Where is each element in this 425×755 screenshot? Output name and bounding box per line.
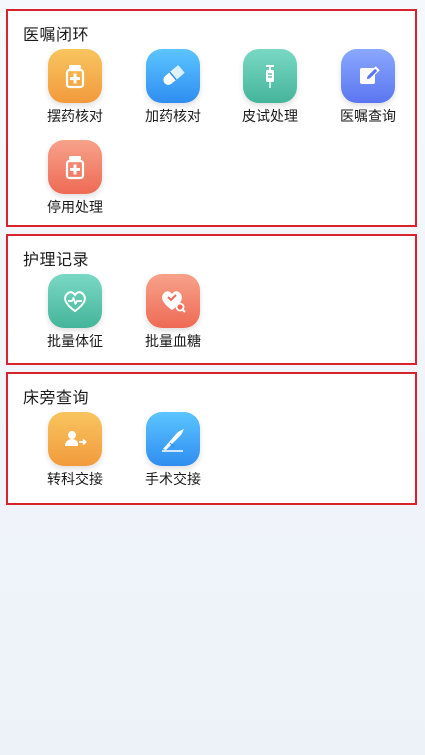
tile-label: 加药核对 — [145, 109, 201, 125]
tile-dispense-check[interactable]: 摆药核对 — [26, 49, 124, 129]
tile-label: 停用处理 — [47, 200, 103, 216]
syringe-icon — [243, 49, 297, 103]
tile-label: 转科交接 — [47, 472, 103, 488]
tile-label: 医嘱查询 — [340, 109, 396, 125]
section-title: 医嘱闭环 — [23, 25, 90, 44]
heart-pulse-icon — [48, 274, 102, 328]
tile-skin-test[interactable]: 皮试处理 — [221, 49, 319, 129]
tile-surgery-handover[interactable]: 手术交接 — [124, 412, 222, 492]
section-title: 护理记录 — [23, 250, 90, 269]
scalpel-icon — [146, 412, 200, 466]
section-bedside-query: 床旁查询 转科交接 手术交接 — [6, 372, 417, 505]
pill-capsule-icon — [146, 49, 200, 103]
tile-label: 摆药核对 — [47, 109, 103, 125]
tile-dept-transfer-handover[interactable]: 转科交接 — [26, 412, 124, 492]
heart-search-icon — [146, 274, 200, 328]
section-order-loop: 医嘱闭环 摆药核对 加药核对 皮试处理 医嘱查询 停用处理 — [6, 9, 417, 227]
tile-label: 批量血糖 — [145, 334, 201, 350]
medicine-box-icon — [48, 140, 102, 194]
section-title: 床旁查询 — [23, 388, 90, 407]
app-page: 医嘱闭环 摆药核对 加药核对 皮试处理 医嘱查询 停用处理 护理记录 批量体征 … — [0, 0, 425, 755]
tile-label: 批量体征 — [47, 334, 103, 350]
medicine-box-icon — [48, 49, 102, 103]
tile-label: 手术交接 — [145, 472, 201, 488]
tile-order-query[interactable]: 医嘱查询 — [319, 49, 417, 129]
tile-batch-glucose[interactable]: 批量血糖 — [124, 274, 222, 354]
tile-label: 皮试处理 — [242, 109, 298, 125]
edit-document-icon — [341, 49, 395, 103]
tile-batch-vitals[interactable]: 批量体征 — [26, 274, 124, 354]
tile-stop-handling[interactable]: 停用处理 — [26, 140, 124, 220]
person-transfer-icon — [48, 412, 102, 466]
section-nursing-record: 护理记录 批量体征 批量血糖 — [6, 234, 417, 365]
tile-add-medicine-check[interactable]: 加药核对 — [124, 49, 222, 129]
